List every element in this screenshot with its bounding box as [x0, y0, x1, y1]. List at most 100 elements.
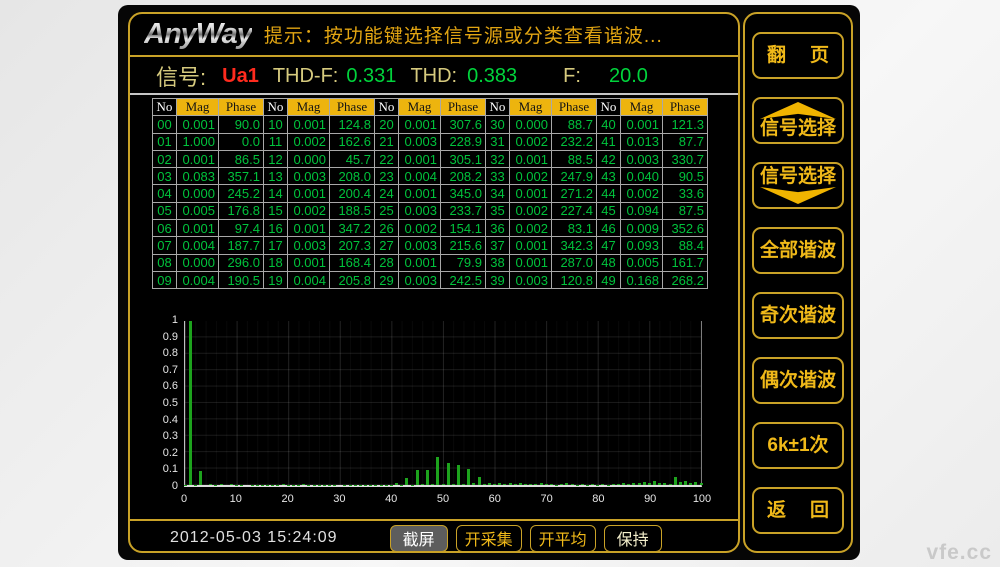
harmonic-no: 37: [486, 237, 510, 254]
harmonic-no: 42: [597, 150, 621, 167]
harmonic-no: 26: [375, 220, 399, 237]
harmonic-phase: 247.9: [552, 168, 597, 185]
harmonic-mag: 0.001: [399, 254, 441, 271]
chart-bar: [431, 484, 434, 485]
y-tick-label: 0.7: [132, 364, 178, 376]
chart-bar: [674, 477, 677, 485]
screen: AnyWay 提示：按功能键选择信号源或分类查看谐波... 信号: Ua1 TH…: [0, 0, 1000, 567]
harmonic-no: 15: [264, 202, 288, 219]
harmonic-phase: 168.4: [330, 254, 375, 271]
harmonic-no: 48: [597, 254, 621, 271]
harmonic-phase: 287.0: [552, 254, 597, 271]
harmonic-mag: 1.000: [177, 133, 219, 150]
chart-bar: [493, 484, 496, 485]
harmonic-mag: 0.005: [621, 254, 663, 271]
table-row: 00 0.001 90.010 0.001 124.820 0.001 307.…: [153, 116, 708, 133]
bottom-buttons: 截屏开采集开平均保持: [390, 525, 662, 552]
function-key-panel: 翻页信号选择信号选择全部谐波奇次谐波偶次谐波6k±1次返回: [743, 12, 853, 553]
harmonic-no: 25: [375, 202, 399, 219]
x-tick-label: 40: [374, 493, 408, 505]
chart-bar: [519, 483, 522, 485]
screenshot-button[interactable]: 截屏: [390, 525, 448, 552]
harmonic-phase: 215.6: [441, 237, 486, 254]
chart-bar: [591, 484, 594, 485]
harmonic-mag: 0.003: [399, 271, 441, 288]
harmonic-phase: 232.2: [552, 133, 597, 150]
harmonic-mag: 0.040: [621, 168, 663, 185]
odd-harmonics-button[interactable]: 奇次谐波: [752, 292, 844, 339]
chart-bar: [571, 484, 574, 485]
table-row: 02 0.001 86.512 0.000 45.722 0.001 305.1…: [153, 150, 708, 167]
harmonic-mag: 0.093: [621, 237, 663, 254]
table-header-row: No Mag PhaseNo Mag PhaseNo Mag PhaseNo M…: [153, 99, 708, 116]
chart-bar: [632, 483, 635, 485]
harmonic-mag: 0.002: [288, 133, 330, 150]
col-header-no: No: [153, 99, 177, 116]
chart-bar: [638, 483, 641, 485]
harmonic-phase: 187.7: [219, 237, 264, 254]
harmonic-no: 31: [486, 133, 510, 150]
harmonic-no: 21: [375, 133, 399, 150]
harmonic-mag: 0.002: [510, 202, 552, 219]
harmonic-mag: 0.004: [399, 168, 441, 185]
harmonic-no: 02: [153, 150, 177, 167]
chart-bar: [581, 484, 584, 485]
harmonic-mag: 0.003: [399, 202, 441, 219]
chart-bar: [426, 470, 429, 485]
start-average-button[interactable]: 开平均: [530, 525, 596, 552]
harmonic-mag: 0.001: [288, 220, 330, 237]
all-harmonics-button[interactable]: 全部谐波: [752, 227, 844, 274]
y-tick-label: 0.2: [132, 447, 178, 459]
harmonic-phase: 33.6: [663, 185, 708, 202]
chart-bar: [627, 484, 630, 485]
harmonic-no: 32: [486, 150, 510, 167]
page-turn-button[interactable]: 翻页: [752, 32, 844, 79]
signal-select-up-button[interactable]: 信号选择: [752, 97, 844, 144]
harmonic-no: 05: [153, 202, 177, 219]
harmonic-mag: 0.013: [621, 133, 663, 150]
harmonic-phase: 245.2: [219, 185, 264, 202]
harmonic-mag: 0.001: [288, 116, 330, 133]
back-button[interactable]: 返回: [752, 487, 844, 534]
y-tick-label: 0.9: [132, 331, 178, 343]
harmonic-no: 12: [264, 150, 288, 167]
chart-bar: [601, 484, 604, 485]
harmonic-phase: 45.7: [330, 150, 375, 167]
thdf-value: 0.331: [346, 65, 396, 88]
even-harmonics-button[interactable]: 偶次谐波: [752, 357, 844, 404]
harmonic-no: 07: [153, 237, 177, 254]
x-tick-label: 0: [167, 493, 201, 505]
harmonic-no: 13: [264, 168, 288, 185]
start-capture-button[interactable]: 开采集: [456, 525, 522, 552]
harmonic-no: 17: [264, 237, 288, 254]
harmonic-mag: 0.083: [177, 168, 219, 185]
arrow-up-icon: [760, 102, 836, 119]
chart-bar: [529, 484, 532, 485]
harmonic-phase: 268.2: [663, 271, 708, 288]
hint-text: 提示：按功能键选择信号源或分类查看谐波...: [264, 21, 663, 48]
chart-bar: [503, 484, 506, 485]
harmonic-no: 11: [264, 133, 288, 150]
harmonic-phase: 228.9: [441, 133, 486, 150]
hold-button[interactable]: 保持: [604, 525, 662, 552]
harmonic-mag: 0.001: [288, 254, 330, 271]
harmonic-mag: 0.001: [177, 220, 219, 237]
x-tick-label: 80: [581, 493, 615, 505]
thdf-label: THD-F:: [273, 65, 339, 88]
harmonic-mag: 0.003: [510, 271, 552, 288]
y-tick-label: 0.1: [132, 463, 178, 475]
main-display: AnyWay 提示：按功能键选择信号源或分类查看谐波... 信号: Ua1 TH…: [128, 12, 740, 553]
harmonic-no: 43: [597, 168, 621, 185]
chart-bar: [199, 471, 202, 485]
harmonic-phase: 296.0: [219, 254, 264, 271]
col-header-no: No: [264, 99, 288, 116]
chart-bar: [545, 484, 548, 485]
chart-bar: [472, 483, 475, 485]
signal-select-down-button[interactable]: 信号选择: [752, 162, 844, 209]
6k-plus-minus-1-button[interactable]: 6k±1次: [752, 422, 844, 469]
harmonic-mag: 0.004: [177, 271, 219, 288]
harmonic-no: 03: [153, 168, 177, 185]
harmonic-phase: 345.0: [441, 185, 486, 202]
chart-bar: [421, 484, 424, 485]
harmonic-phase: 330.7: [663, 150, 708, 167]
